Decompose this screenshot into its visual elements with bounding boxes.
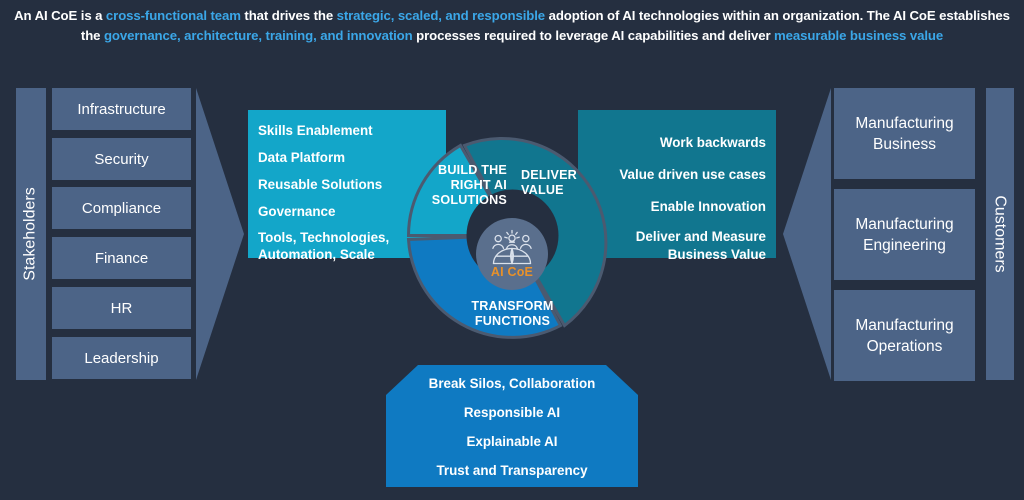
customer-item-manufacturing-business[interactable]: Manufacturing Business bbox=[834, 88, 975, 179]
wheel-label-build-line3: SOLUTIONS bbox=[431, 193, 507, 207]
transform-panel-item: Explainable AI bbox=[466, 434, 558, 449]
page-title-segment-7: measurable business value bbox=[774, 28, 944, 43]
customers-axis-label: Customers bbox=[986, 88, 1014, 380]
ai-coe-hub[interactable]: AI CoE bbox=[476, 218, 548, 290]
page-title-segment-1: cross-functional team bbox=[105, 8, 241, 23]
wheel-label-transform-line2: FUNCTIONS bbox=[474, 314, 551, 328]
stakeholders-axis-label: Stakeholders bbox=[16, 88, 46, 380]
stakeholders-arrow-icon bbox=[196, 88, 244, 380]
wheel-label-deliver-line1: DELIVER bbox=[521, 168, 577, 182]
stakeholders-axis-label-text: Stakeholders bbox=[22, 187, 40, 281]
stakeholder-item-infrastructure[interactable]: Infrastructure bbox=[52, 88, 191, 130]
customer-item-label: Manufacturing Operations bbox=[855, 316, 954, 355]
customer-item-label: Manufacturing Business bbox=[855, 114, 954, 153]
stakeholder-item-label: Security bbox=[94, 150, 149, 168]
ai-coe-diagram: An AI CoE is a cross-functional team tha… bbox=[0, 0, 1024, 500]
people-globe-idea-icon bbox=[492, 229, 532, 265]
wheel-label-deliver-line2: VALUE bbox=[521, 183, 564, 197]
stakeholder-item-finance[interactable]: Finance bbox=[52, 237, 191, 279]
customers-axis-label-text: Customers bbox=[992, 195, 1010, 273]
ai-coe-hub-label: AI CoE bbox=[490, 265, 534, 279]
customer-item-manufacturing-operations[interactable]: Manufacturing Operations bbox=[834, 290, 975, 381]
page-title-segment-3: strategic, scaled, and responsible bbox=[336, 8, 546, 23]
page-title-segment-5: governance, architecture, training, and … bbox=[103, 28, 413, 43]
page-title-segment-6: processes required to leverage AI capabi… bbox=[412, 28, 775, 43]
transform-panel-item: Break Silos, Collaboration bbox=[428, 376, 596, 391]
stakeholder-item-leadership[interactable]: Leadership bbox=[52, 337, 191, 379]
wheel-label-build-line1: BUILD THE bbox=[438, 163, 507, 177]
customer-item-label: Manufacturing Engineering bbox=[855, 215, 954, 254]
transform-panel-item: Responsible AI bbox=[463, 405, 561, 420]
wheel-label-transform: TRANSFORM FUNCTIONS bbox=[455, 299, 570, 329]
stakeholder-item-compliance[interactable]: Compliance bbox=[52, 187, 191, 229]
customer-item-manufacturing-engineering[interactable]: Manufacturing Engineering bbox=[834, 189, 975, 280]
stakeholder-item-label: Finance bbox=[94, 249, 149, 267]
stakeholder-item-label: HR bbox=[110, 299, 133, 317]
stakeholder-item-label: Compliance bbox=[81, 199, 162, 217]
wheel-label-deliver: DELIVER VALUE bbox=[521, 168, 601, 198]
wheel-label-build-line2: RIGHT AI bbox=[450, 178, 507, 192]
page-title: An AI CoE is a cross-functional team tha… bbox=[0, 6, 1024, 46]
wheel-label-build: BUILD THE RIGHT AI SOLUTIONS bbox=[415, 163, 507, 208]
stakeholder-item-hr[interactable]: HR bbox=[52, 287, 191, 329]
transform-panel-item: Trust and Transparency bbox=[436, 463, 588, 478]
page-title-segment-0: An AI CoE is a bbox=[14, 8, 106, 23]
stakeholder-item-label: Leadership bbox=[84, 349, 159, 367]
transform-functions-panel: Break Silos, Collaboration Responsible A… bbox=[386, 365, 638, 487]
customers-arrow-icon bbox=[783, 88, 831, 380]
wheel-label-transform-line1: TRANSFORM bbox=[471, 299, 554, 313]
stakeholder-item-label: Infrastructure bbox=[77, 100, 166, 118]
page-title-segment-2: that drives the bbox=[240, 8, 337, 23]
stakeholder-item-security[interactable]: Security bbox=[52, 138, 191, 180]
